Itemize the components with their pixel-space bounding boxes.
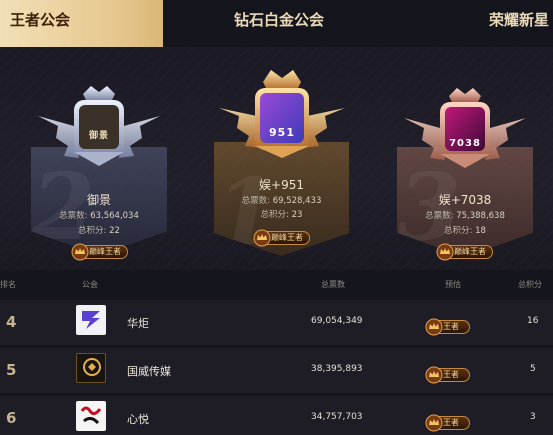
tab-glory-rising-star[interactable]: 荣耀新星 (489, 0, 549, 47)
table-header: 排名 公会 总票数 预估 总积分 (0, 270, 553, 296)
tab-diamond-platinum-guild[interactable]: 钻石白金公会 (234, 0, 324, 47)
guild-logo-text: 御景 (88, 131, 109, 141)
row-votes: 38,395,893 (311, 364, 363, 374)
votes-stat: 总票数: 69,528,433 (241, 196, 322, 206)
points-stat: 总积分: 23 (260, 210, 303, 220)
guild-logo-text: 951 (269, 126, 295, 139)
row-points: 5 (530, 364, 536, 374)
row-rank: 5 (6, 361, 17, 379)
votes-stat: 总票数: 75,388,638 (425, 211, 505, 221)
row-rank: 6 (6, 409, 17, 427)
points-stat: 总积分: 18 (444, 226, 486, 236)
header-votes: 总票数 (321, 280, 345, 289)
guild-logo-text: 7038 (449, 138, 481, 149)
points-stat: 总积分: 22 (78, 226, 120, 236)
guild-logo (76, 353, 106, 383)
gold-shield-emblem: 951 (217, 68, 347, 160)
tab-king-guild[interactable]: 王者公会 (0, 0, 163, 47)
row-votes: 69,054,349 (311, 316, 363, 326)
guild-tabs: 王者公会 钻石白金公会 荣耀新星 (0, 0, 553, 47)
table-row[interactable]: 4 华炬 69,054,349 王者 16 (0, 300, 553, 345)
row-votes: 34,757,703 (311, 412, 363, 422)
header-guild: 公会 (82, 280, 98, 289)
guild-name: 心悦 (127, 413, 149, 426)
table-row[interactable]: 5 国威传媒 38,395,893 王者 5 (0, 348, 553, 393)
forecast-rank-badge: 王者 (425, 410, 470, 431)
header-forecast: 预估 (445, 280, 461, 289)
votes-stat: 总票数: 63,564,034 (59, 211, 139, 221)
row-points: 3 (530, 412, 536, 422)
rank-badge: 巅峰王者 (436, 239, 493, 260)
guild-name: 娱+951 (259, 178, 304, 192)
row-rank: 4 (6, 313, 17, 331)
guild-logo (76, 305, 106, 335)
row-points: 16 (527, 316, 539, 326)
guild-logo (76, 401, 106, 431)
rank-badge: 巅峰王者 (71, 239, 128, 260)
rank-badge: 巅峰王者 (253, 225, 310, 246)
header-points: 总积分 (518, 280, 542, 289)
silver-shield-emblem: 御景 (34, 86, 164, 172)
guild-name: 御景 (86, 193, 111, 207)
table-row[interactable]: 6 心悦 34,757,703 王者 3 (0, 396, 553, 435)
forecast-rank-badge: 王者 (425, 314, 470, 335)
guild-name: 华炬 (127, 317, 149, 330)
bronze-shield-emblem: 7038 (400, 88, 530, 174)
guild-name: 国威传媒 (127, 365, 171, 378)
forecast-rank-badge: 王者 (425, 362, 470, 383)
header-rank: 排名 (0, 280, 16, 289)
guild-name: 娱+7038 (438, 193, 492, 207)
